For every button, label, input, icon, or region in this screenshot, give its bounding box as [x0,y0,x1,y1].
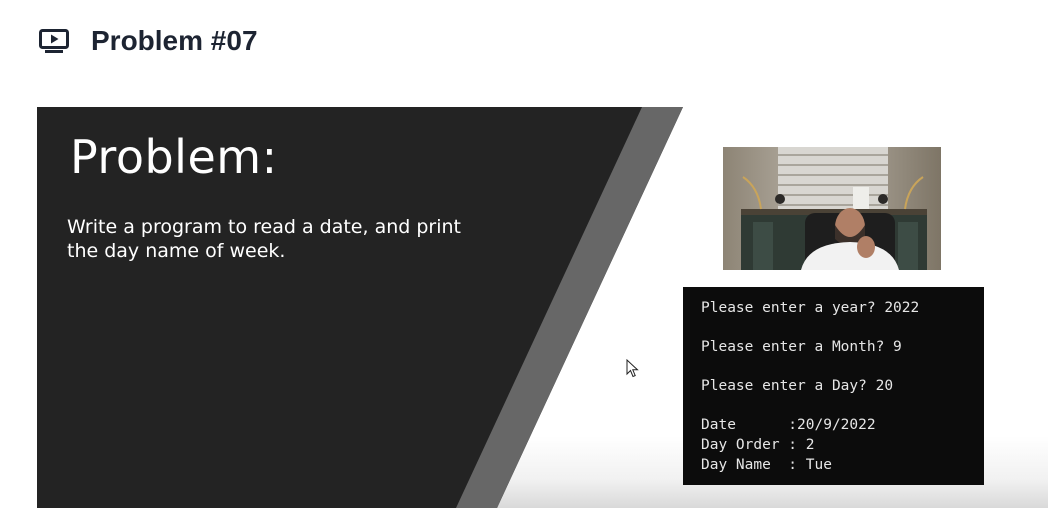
console-line: Please enter a Day? 20 [701,378,894,394]
console-line: Day Order : 2 [701,437,815,453]
slide-body-text: Write a program to read a date, and prin… [67,216,461,262]
slide-heading: Problem: [70,130,278,184]
console-line: Date :20/9/2022 [701,417,876,433]
console-line: Please enter a year? 2022 [701,300,920,316]
video-play-icon [39,29,69,53]
video-frame[interactable]: Problem: Write a program to read a date,… [37,107,1048,508]
page-header: Problem #07 [0,0,1048,90]
webcam-scene [723,147,941,270]
console-output: Please enter a year? 2022 Please enter a… [683,287,984,485]
page-title: Problem #07 [91,25,258,56]
mouse-pointer-icon [626,359,639,378]
console-line: Please enter a Month? 9 [701,339,902,355]
console-line: Day Name : Tue [701,457,832,473]
presenter-webcam [723,147,941,270]
